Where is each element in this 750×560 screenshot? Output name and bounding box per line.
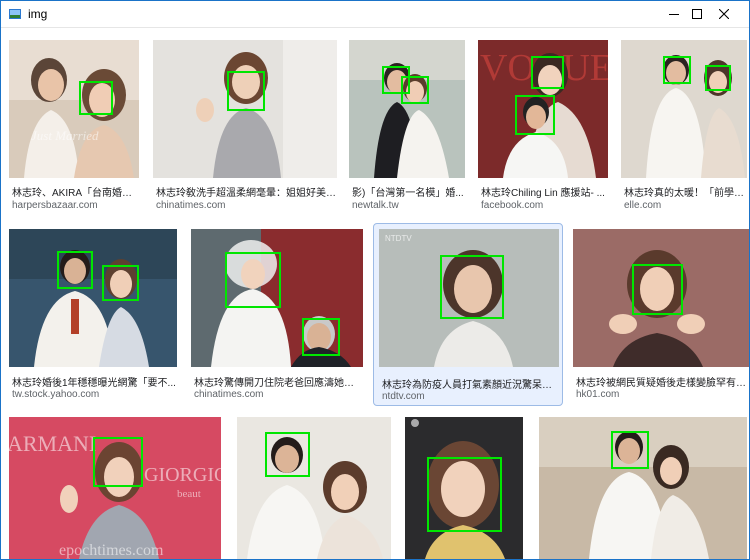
face-detection-box bbox=[705, 65, 731, 91]
result-thumbnail[interactable] bbox=[237, 417, 391, 559]
result-caption[interactable]: 林志玲敎洗手超溫柔網毫暈：姐姐好美- ... bbox=[156, 184, 336, 199]
result-source[interactable]: newtalk.tw bbox=[352, 200, 399, 211]
result-source[interactable]: ntdtv.com bbox=[382, 391, 425, 402]
result-tile[interactable]: 林志玲婚後1年穩穩曝光網驚「要不... tw.stock.yahoo.com bbox=[9, 229, 179, 403]
face-detection-box bbox=[611, 431, 649, 469]
result-tile[interactable]: ARMANI GIORGIO A beaut epochtimes.com bbox=[9, 417, 221, 559]
result-caption[interactable]: 林志玲真的太暖！「前學生... bbox=[624, 184, 746, 199]
close-button[interactable] bbox=[699, 1, 749, 27]
close-icon bbox=[719, 9, 729, 19]
image-results-grid: Just Married 林志玲、AKIRA「台南婚禮... harpersba… bbox=[1, 28, 749, 559]
result-tile[interactable] bbox=[237, 417, 391, 559]
result-source[interactable]: hk01.com bbox=[576, 389, 619, 400]
face-detection-box bbox=[225, 252, 281, 308]
result-caption[interactable]: 林志玲Chiling Lin 應援站- ... bbox=[481, 184, 605, 199]
title-bar: img bbox=[1, 1, 749, 28]
result-caption[interactable]: 林志玲被網民質疑婚後走樣變臉罕有上... bbox=[576, 374, 748, 389]
result-source[interactable]: tw.stock.yahoo.com bbox=[12, 389, 99, 400]
result-caption[interactable]: 林志玲婚後1年穩穩曝光網驚「要不... bbox=[12, 374, 177, 389]
face-detection-box bbox=[531, 56, 564, 89]
face-detection-box bbox=[57, 251, 93, 289]
result-tile[interactable]: 林志玲被網民質疑婚後走樣變臉罕有上... hk01.com bbox=[573, 229, 749, 403]
result-source[interactable]: chinatimes.com bbox=[156, 200, 225, 211]
beaute-watermark: beaut bbox=[177, 488, 201, 500]
result-tile[interactable] bbox=[405, 417, 523, 559]
result-source[interactable]: elle.com bbox=[624, 200, 661, 211]
face-detection-box bbox=[515, 95, 555, 135]
result-tile[interactable]: 林志玲真的太暖！「前學生... elle.com bbox=[621, 40, 747, 215]
face-detection-box bbox=[265, 432, 310, 477]
result-caption[interactable]: 林志玲驚傳開刀住院老爸回應濤她堅... bbox=[194, 374, 362, 389]
giorgio-watermark: GIORGIO A bbox=[144, 464, 221, 486]
result-tile[interactable] bbox=[539, 417, 747, 559]
face-detection-box bbox=[663, 56, 691, 84]
result-source[interactable]: chinatimes.com bbox=[194, 389, 263, 400]
result-tile[interactable]: 影)「台灣第一名模」婚... newtalk.tw bbox=[349, 40, 465, 215]
face-detection-box bbox=[102, 265, 139, 301]
face-detection-box bbox=[427, 457, 502, 532]
face-detection-box bbox=[440, 255, 504, 319]
armani-watermark: ARMANI bbox=[9, 431, 96, 456]
face-detection-box bbox=[227, 71, 265, 111]
result-tile[interactable]: Just Married 林志玲、AKIRA「台南婚禮... harpersba… bbox=[9, 40, 139, 215]
app-window: img Just Married 林志玲、AKIRA「台南婚禮... harpe… bbox=[0, 0, 750, 560]
result-tile[interactable]: 林志玲驚傳開刀住院老爸回應濤她堅... chinatimes.com bbox=[191, 229, 363, 403]
just-married-watermark: Just Married bbox=[31, 128, 99, 143]
ntdtv-logo-watermark: NTDTV bbox=[385, 234, 412, 243]
face-detection-box bbox=[401, 76, 429, 104]
result-source[interactable]: harpersbazaar.com bbox=[12, 200, 98, 211]
result-caption[interactable]: 林志玲為防疫人員打氣素顏近況驚呆網... bbox=[382, 376, 560, 391]
result-caption[interactable]: 林志玲、AKIRA「台南婚禮... bbox=[12, 184, 137, 199]
window-title: img bbox=[28, 7, 48, 21]
face-detection-box bbox=[632, 264, 683, 315]
result-thumbnail[interactable]: Just Married bbox=[9, 40, 139, 178]
result-thumbnail[interactable] bbox=[349, 40, 465, 178]
result-tile[interactable]: 林志玲敎洗手超溫柔網毫暈：姐姐好美- ... chinatimes.com bbox=[153, 40, 337, 215]
face-detection-box bbox=[79, 81, 113, 115]
result-source[interactable]: facebook.com bbox=[481, 200, 543, 211]
app-icon bbox=[9, 9, 21, 19]
epoch-watermark: epochtimes.com bbox=[59, 542, 164, 559]
result-caption[interactable]: 影)「台灣第一名模」婚... bbox=[352, 184, 464, 199]
face-detection-box bbox=[302, 318, 340, 356]
result-tile-selected[interactable]: NTDTV 林志玲為防疫人員打氣素顏近況驚呆網... ntdtv.com bbox=[373, 223, 563, 406]
result-thumbnail[interactable] bbox=[9, 229, 177, 367]
result-tile[interactable]: VOGUE 林志玲Chiling Lin 應援站- ... facebook.c… bbox=[478, 40, 608, 215]
face-detection-box bbox=[93, 437, 143, 487]
